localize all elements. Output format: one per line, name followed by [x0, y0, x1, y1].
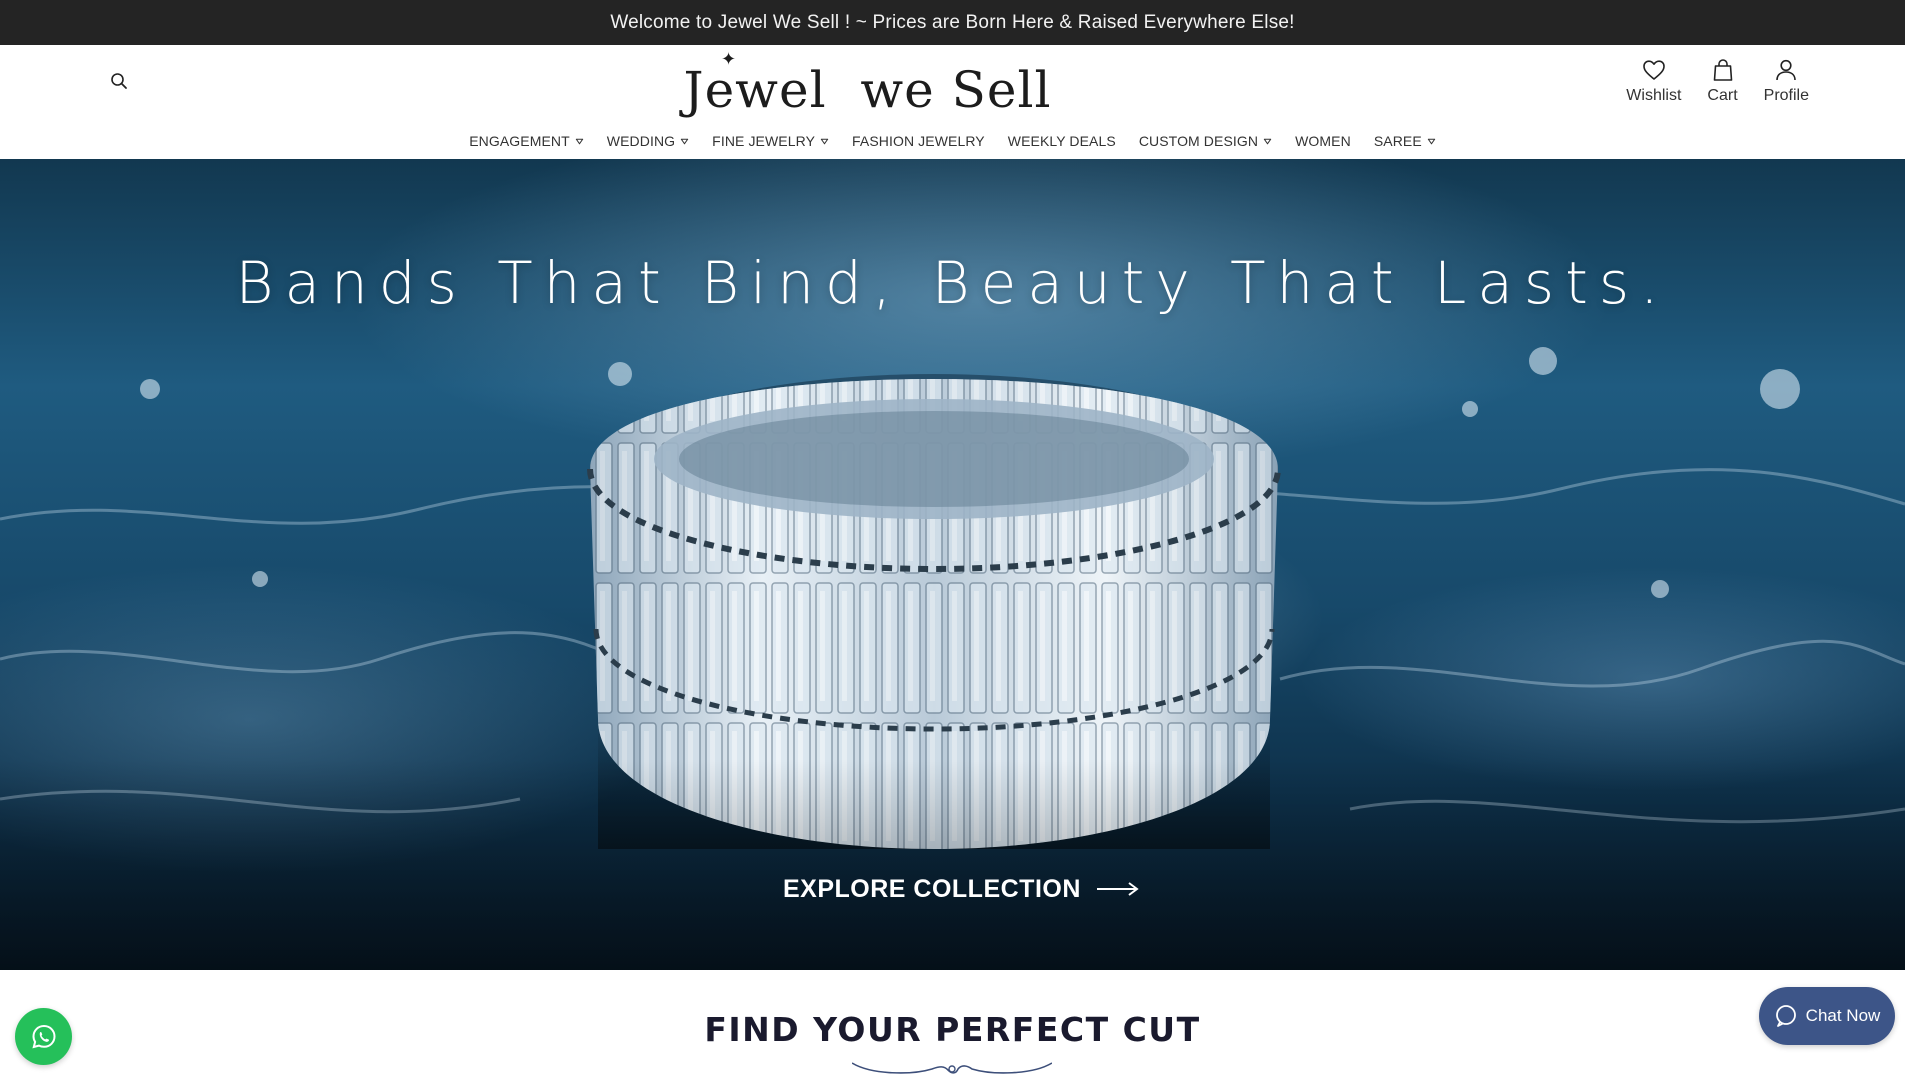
nav-item-fashion-jewelry[interactable]: FASHION JEWELRY — [852, 133, 985, 149]
nav-item-label: SAREE — [1373, 133, 1422, 149]
chat-now-button[interactable]: Chat Now — [1759, 987, 1895, 1045]
nav-item-label: FASHION JEWELRY — [852, 133, 985, 149]
whatsapp-button[interactable] — [15, 1008, 72, 1065]
hero-title: Bands That Bind, Beauty That Lasts. — [235, 249, 1670, 317]
wishlist-button[interactable]: Wishlist — [1626, 57, 1681, 105]
arrow-right-icon — [1096, 882, 1139, 896]
profile-label: Profile — [1763, 87, 1809, 104]
nav-item-wedding[interactable]: WEDDING — [607, 133, 689, 149]
explore-collection-link[interactable]: EXPLORE COLLECTION — [783, 872, 1139, 906]
chevron-down-icon — [575, 138, 583, 144]
ornament-divider-icon — [852, 1062, 1052, 1074]
nav-item-label: FINE JEWELRY — [712, 133, 816, 149]
whatsapp-icon — [31, 1024, 56, 1048]
nav-item-saree[interactable]: SAREE — [1374, 133, 1436, 149]
chevron-down-icon — [820, 138, 829, 144]
explore-collection-label: EXPLORE COLLECTION — [783, 874, 1081, 903]
nav-item-women[interactable]: WOMEN — [1295, 133, 1351, 149]
site-header: ✦ Jewel we Sell Wishlist Cart Profile EN… — [0, 45, 1905, 159]
header-actions: Wishlist Cart Profile — [1626, 57, 1809, 117]
cart-button[interactable]: Cart — [1707, 57, 1738, 105]
nav-item-engagement[interactable]: ENGAGEMENT — [469, 133, 584, 149]
sparkle-icon: ✦ — [721, 49, 738, 70]
chevron-down-icon — [680, 138, 689, 144]
wishlist-label: Wishlist — [1626, 87, 1682, 104]
announcement-bar: Welcome to Jewel We Sell ! ~ Prices are … — [0, 0, 1905, 45]
search-button[interactable] — [108, 70, 130, 92]
search-icon — [111, 73, 127, 89]
chat-now-label: Chat Now — [1805, 1006, 1881, 1025]
heart-icon — [1643, 60, 1665, 80]
nav-item-label: WEDDING — [606, 133, 676, 149]
nav-item-label: WEEKLY DEALS — [1007, 133, 1116, 149]
shopping-bag-icon — [1713, 59, 1732, 81]
nav-item-fine-jewelry[interactable]: FINE JEWELRY — [712, 133, 829, 149]
announcement-text: Welcome to Jewel We Sell ! ~ Prices are … — [610, 11, 1295, 33]
main-navigation: ENGAGEMENT WEDDING FINE JEWELRY FASHION … — [0, 125, 1905, 157]
nav-item-label: ENGAGEMENT — [469, 133, 570, 149]
nav-item-custom-design[interactable]: CUSTOM DESIGN — [1139, 133, 1272, 149]
logo-text: Jewel we Sell — [683, 61, 1052, 119]
hero-banner[interactable]: Bands That Bind, Beauty That Lasts. EXPL… — [0, 159, 1905, 970]
profile-button[interactable]: Profile — [1764, 57, 1809, 105]
chevron-down-icon — [1263, 138, 1272, 144]
user-icon — [1776, 59, 1797, 81]
nav-item-label: CUSTOM DESIGN — [1138, 133, 1259, 149]
chevron-down-icon — [1427, 138, 1435, 144]
cart-label: Cart — [1707, 87, 1738, 104]
nav-item-weekly-deals[interactable]: WEEKLY DEALS — [1008, 133, 1116, 149]
section-heading: FIND YOUR PERFECT CUT — [704, 1010, 1201, 1049]
nav-item-label: WOMEN — [1295, 133, 1351, 149]
site-logo[interactable]: ✦ Jewel we Sell — [684, 49, 1051, 116]
chat-bubble-icon — [1775, 1005, 1796, 1027]
